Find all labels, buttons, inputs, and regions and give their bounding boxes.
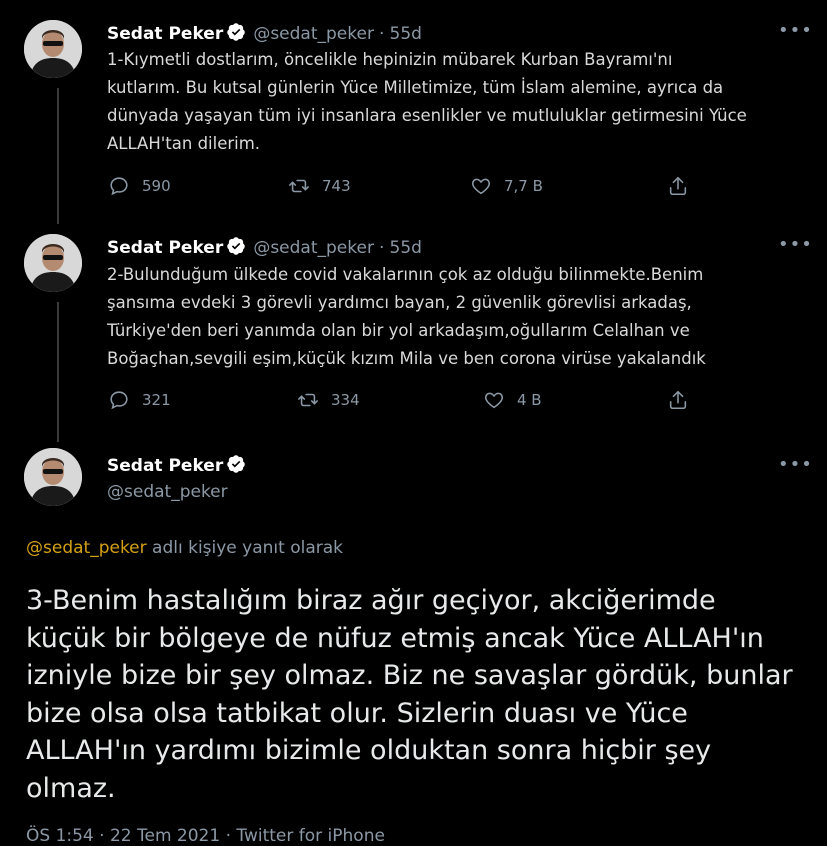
tweet-header: Sedat Peker @sedat_peker · 55d [107, 236, 422, 260]
author-handle[interactable]: @sedat_peker [107, 482, 228, 502]
tweet-header: Sedat Peker @sedat_peker · 55d [107, 22, 422, 46]
main-tweet-body: 3-Benim hastalığım biraz ağır geçiyor, a… [26, 582, 816, 807]
tweet-line: şansıma evdeki 3 görevli yardımcı bayan,… [107, 293, 692, 312]
author-name[interactable]: Sedat Peker [107, 456, 223, 476]
tweet-time[interactable]: 55d [390, 24, 422, 44]
retweet-button[interactable]: 743 [288, 175, 351, 197]
tweet-line: küçük bir bölgeye de nüfuz etmiş ancak Y… [26, 622, 764, 654]
tweet-body: 2-Bulunduğum ülkede covid vakalarının ço… [107, 261, 807, 373]
tweet-time[interactable]: 55d [390, 238, 422, 258]
like-button[interactable]: 7,7 B [470, 175, 543, 197]
verified-badge-icon [226, 454, 246, 478]
reply-suffix: adlı kişiye yanıt olarak [146, 538, 344, 558]
author-name[interactable]: Sedat Peker [107, 238, 223, 258]
avatar-image [24, 234, 82, 292]
tweet-line: olmaz. [26, 772, 116, 804]
separator: · [379, 24, 385, 44]
avatar[interactable] [24, 20, 82, 78]
thread-line [57, 88, 59, 224]
heart-icon [484, 392, 504, 409]
verified-badge-icon [226, 236, 246, 260]
retweet-count: 743 [322, 177, 351, 195]
reply-button[interactable]: 321 [108, 389, 171, 411]
like-button[interactable]: 4 B [483, 389, 542, 411]
share-icon [669, 390, 687, 410]
tweet-line: 3-Benim hastalığım biraz ağır geçiyor, a… [26, 585, 716, 616]
thread-line [57, 302, 59, 442]
tweet-line: ALLAH'tan dilerim. [107, 134, 261, 153]
main-tweet-author: Sedat Peker [107, 454, 248, 478]
reply-mention-link[interactable]: @sedat_peker [26, 538, 147, 558]
author-name[interactable]: Sedat Peker [107, 24, 223, 44]
share-button[interactable] [667, 389, 689, 411]
more-options-icon[interactable]: ••• [778, 234, 813, 255]
author-handle[interactable]: @sedat_peker [253, 24, 374, 44]
retweet-icon [289, 179, 309, 193]
share-button[interactable] [667, 175, 689, 197]
reply-icon [110, 177, 128, 196]
tweet-body: 1-Kıymetli dostlarım, öncelikle hepinizi… [107, 46, 807, 158]
tweet-line: dünyada yaşayan tüm iyi insanlara esenli… [107, 106, 747, 125]
retweet-count: 334 [331, 391, 360, 409]
reply-button[interactable]: 590 [108, 175, 171, 197]
tweet-line: ALLAH'ın yardımı bizimle olduktan sonra … [26, 735, 712, 766]
retweet-icon [298, 393, 318, 407]
avatar-image [24, 448, 82, 506]
share-icon [669, 176, 687, 196]
reply-icon [110, 391, 128, 410]
reply-count: 321 [142, 391, 171, 409]
verified-badge-icon [226, 22, 246, 46]
avatar-image [24, 20, 82, 78]
more-options-icon[interactable]: ••• [778, 454, 813, 475]
tweet-timestamp-source[interactable]: ÖS 1:54 · 22 Tem 2021 · Twitter for iPho… [26, 826, 385, 846]
tweet-line: Boğaçhan,sevgili eşim,küçük kızım Mila v… [107, 349, 706, 368]
heart-icon [471, 178, 491, 195]
tweet-line: bize olsa olsa tatbikat olur. Sizlerin d… [26, 697, 688, 729]
tweet-line: 2-Bulunduğum ülkede covid vakalarının ço… [107, 265, 704, 284]
separator: · [379, 238, 385, 258]
tweet-line: izniyle bize bir şey olmaz. Biz ne savaş… [26, 660, 793, 691]
tweet-line: 1-Kıymetli dostlarım, öncelikle hepinizi… [107, 50, 673, 69]
author-handle[interactable]: @sedat_peker [253, 238, 374, 258]
replying-to: @sedat_peker adlı kişiye yanıt olarak [26, 538, 343, 558]
avatar[interactable] [24, 234, 82, 292]
like-count: 4 B [517, 391, 542, 409]
like-count: 7,7 B [504, 177, 543, 195]
reply-count: 590 [142, 177, 171, 195]
tweet-line: Türkiye'den beri yanımda olan bir yol ar… [107, 321, 690, 340]
avatar[interactable] [24, 448, 82, 506]
retweet-button[interactable]: 334 [297, 389, 360, 411]
more-options-icon[interactable]: ••• [778, 20, 813, 41]
tweet-line: kutlarım. Bu kutsal günlerin Yüce Millet… [107, 78, 724, 97]
